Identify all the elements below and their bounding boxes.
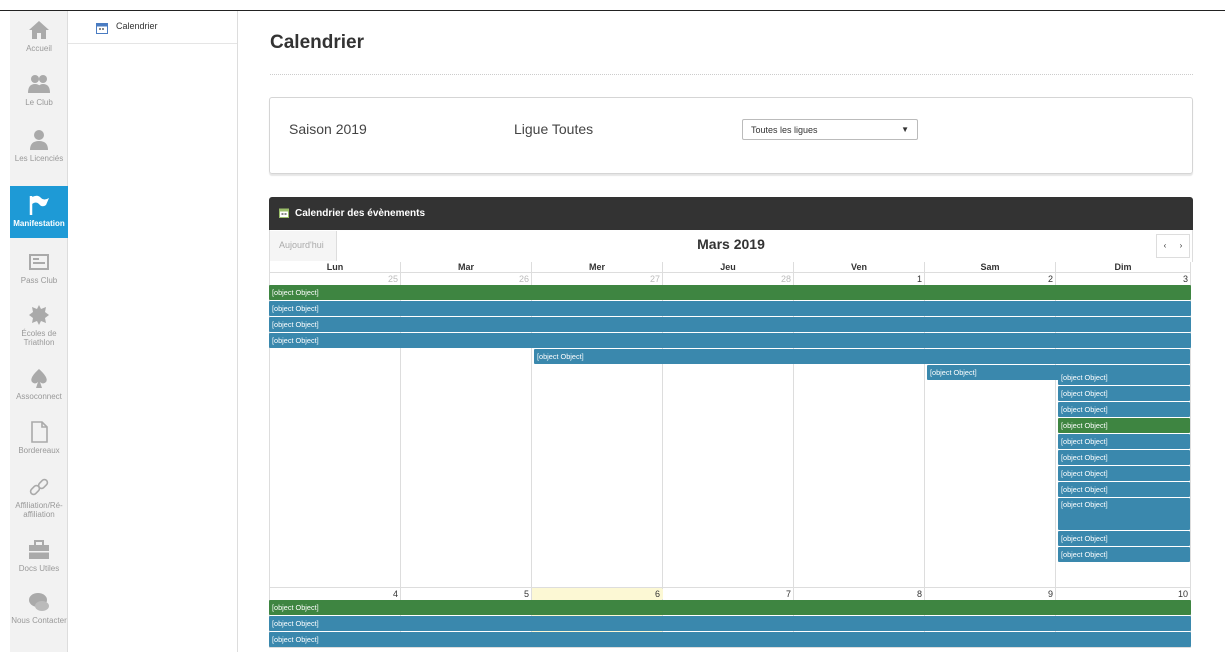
nav-label: Écoles de Triathlon: [21, 329, 57, 347]
event-bar[interactable]: [object Object]: [269, 600, 1191, 615]
day-number: 3: [1182, 274, 1188, 284]
home-icon: [29, 21, 49, 39]
league-select[interactable]: Toutes les ligues ▼: [742, 119, 918, 140]
card-icon: [29, 254, 49, 270]
event-bar[interactable]: [object Object]: [1058, 482, 1190, 497]
calendar-toolbar: Aujourd'hui Mars 2019 ‹ ›: [269, 230, 1193, 262]
day-number: 27: [649, 274, 660, 284]
calendar-title: Calendrier des évènements: [295, 208, 426, 219]
nav-item-le-club[interactable]: Le Club: [10, 73, 68, 107]
nav-label: Accueil: [26, 44, 52, 53]
nav-item-accueil[interactable]: Accueil: [10, 19, 68, 53]
weekday-header: Mer: [532, 262, 663, 273]
month-title: Mars 2019: [697, 236, 765, 252]
users-icon: [28, 75, 50, 93]
prev-month-button[interactable]: ‹: [1157, 235, 1173, 257]
event-bar[interactable]: [object Object]: [1058, 498, 1190, 530]
month-nav: ‹ ›: [1156, 234, 1190, 258]
season-label: Saison 2019: [289, 121, 367, 137]
nav-label: Docs Utiles: [18, 564, 60, 573]
event-bar[interactable]: [object Object]: [1058, 466, 1190, 481]
calendar-icon: [279, 208, 289, 218]
calendar-icon: [96, 23, 108, 34]
event-bar[interactable]: [object Object]: [269, 632, 1191, 647]
main-nav: Accueil Le Club Les Licenciés Manifestat…: [10, 11, 68, 652]
nav-item-bordereaux[interactable]: Bordereaux: [10, 421, 68, 455]
day-number: 28: [780, 274, 791, 284]
nav-item-assoconnect[interactable]: Assoconnect: [10, 367, 68, 401]
nav-item-licencies[interactable]: Les Licenciés: [10, 129, 68, 163]
day-number: 9: [1047, 589, 1053, 599]
event-bar[interactable]: [object Object]: [1058, 547, 1190, 562]
day-number: 4: [392, 589, 398, 599]
next-month-button[interactable]: ›: [1173, 235, 1189, 257]
nav-label: Manifestation: [13, 219, 65, 228]
event-bar[interactable]: [object Object]: [1058, 402, 1190, 417]
day-number: 2: [1047, 274, 1053, 284]
nav-item-contact[interactable]: Nous Contacter: [10, 591, 68, 625]
event-bar[interactable]: [object Object]: [1058, 450, 1190, 465]
nav-item-pass-club[interactable]: Pass Club: [10, 251, 68, 285]
event-bar[interactable]: [object Object]: [1058, 418, 1190, 433]
sub-menu: Calendrier: [68, 11, 238, 652]
nav-label: Le Club: [25, 98, 53, 107]
nav-label: Bordereaux: [18, 446, 60, 455]
weekday-header: Dim: [1056, 262, 1191, 273]
event-bar[interactable]: [object Object]: [1058, 370, 1190, 385]
nav-label: Affiliation/Ré-affiliation: [15, 501, 63, 519]
caret-down-icon: ▼: [901, 125, 909, 134]
user-icon: [30, 130, 48, 150]
weekday-header: Sam: [925, 262, 1056, 273]
day-number: 6: [532, 589, 663, 599]
nav-label: Assoconnect: [16, 392, 62, 401]
event-bar[interactable]: [object Object]: [269, 317, 1191, 332]
event-bar[interactable]: [object Object]: [1058, 386, 1190, 401]
flag-icon: [29, 195, 49, 215]
event-bar[interactable]: [object Object]: [534, 349, 1190, 364]
spade-icon: [31, 369, 47, 388]
nav-item-affiliation[interactable]: Affiliation/Ré-affiliation: [10, 476, 68, 519]
weekday-header: Lun: [269, 262, 401, 273]
day-number: 7: [785, 589, 791, 599]
day-number: 5: [523, 589, 529, 599]
divider: [270, 74, 1193, 75]
document-icon: [31, 421, 48, 443]
weekday-header: Ven: [794, 262, 925, 273]
calendar-panel: Calendrier des évènements Aujourd'hui Ma…: [269, 197, 1193, 652]
event-bar[interactable]: [object Object]: [269, 333, 1191, 348]
day-number: 25: [387, 274, 398, 284]
chat-icon: [29, 593, 49, 611]
page-title: Calendrier: [270, 32, 364, 53]
filter-panel: Saison 2019 Ligue Toutes Toutes les ligu…: [269, 97, 1193, 174]
league-select-value: Toutes les ligues: [751, 125, 818, 135]
league-label: Ligue Toutes: [514, 121, 594, 137]
event-bar[interactable]: [object Object]: [269, 285, 1191, 300]
day-number: 8: [916, 589, 922, 599]
weekday-header: Mar: [401, 262, 532, 273]
day-number: 1: [916, 274, 922, 284]
badge-icon: [29, 305, 49, 325]
nav-item-docs-utiles[interactable]: Docs Utiles: [10, 539, 68, 573]
briefcase-icon: [29, 540, 49, 559]
link-icon: [29, 478, 49, 496]
submenu-item-calendrier[interactable]: Calendrier: [68, 11, 237, 44]
day-number: 26: [518, 274, 529, 284]
nav-label: Les Licenciés: [14, 154, 64, 163]
nav-label: Pass Club: [20, 276, 58, 285]
nav-item-manifestation[interactable]: Manifestation: [10, 186, 68, 238]
event-bar[interactable]: [object Object]: [269, 616, 1191, 631]
event-bar[interactable]: [object Object]: [1058, 531, 1190, 546]
event-bar[interactable]: [object Object]: [1058, 434, 1190, 449]
submenu-label: Calendrier: [116, 21, 158, 31]
day-number: 10: [1177, 589, 1188, 599]
calendar-header: Calendrier des évènements: [269, 197, 1193, 230]
weekday-header: Jeu: [663, 262, 794, 273]
nav-label: Nous Contacter: [11, 616, 67, 625]
event-bar[interactable]: [object Object]: [269, 301, 1191, 316]
main-content: Calendrier Saison 2019 Ligue Toutes Tout…: [238, 11, 1225, 652]
nav-item-ecoles[interactable]: Écoles de Triathlon: [10, 304, 68, 347]
